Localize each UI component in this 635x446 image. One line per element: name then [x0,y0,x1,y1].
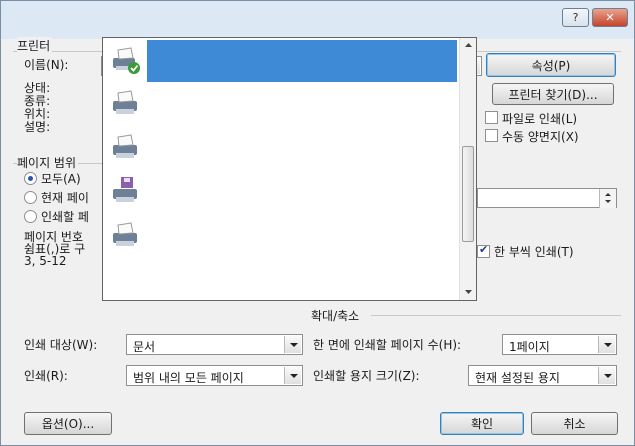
page-range-help-3: 3, 5-12 [24,254,67,268]
chevron-down-icon [598,367,615,384]
print-label: 인쇄(R): [24,369,68,383]
printer-list-item[interactable] [103,38,459,82]
all-pages-label: 모두(A) [41,172,81,186]
manual-duplex-label: 수동 양면지(X) [502,130,579,144]
current-page-radio[interactable] [24,191,37,204]
printer-default-icon [113,47,140,74]
print-range-value: 범위 내의 모든 페이지 [133,371,244,385]
zoom-group-border [371,315,621,316]
close-icon: ✕ [605,11,615,24]
print-dialog: ? ✕ 프린터 이름(N): 상태: 종류: 위치: 설명: 속성(P) 프린터… [0,0,635,446]
print-to-file-label: 파일로 인쇄(L) [502,112,578,126]
print-what-select[interactable]: 문서 [126,334,303,355]
scroll-up-icon[interactable] [464,42,473,48]
zoom-group-title: 확대/축소 [311,307,362,324]
printer-dropdown-list[interactable] [102,37,477,301]
collate-checkbox[interactable] [477,243,490,258]
paper-size-value: 현재 설정된 용지 [475,371,560,385]
chevron-down-icon [284,336,301,353]
printer-name-label: 이름(N): [24,58,69,72]
pages-per-sheet-select[interactable]: 1페이지 [502,334,617,355]
printer-list-item[interactable] [103,170,459,214]
copies-spinner[interactable] [477,188,617,208]
printer-list-item[interactable] [103,82,459,126]
printer-icon [113,222,137,246]
selection-label: 인쇄할 페 [41,210,89,224]
spinner-arrows-icon[interactable] [599,189,616,208]
print-what-label: 인쇄 대상(W): [24,338,98,352]
chevron-down-icon [598,336,615,353]
options-button[interactable]: 옵션(O)... [24,412,112,435]
printer-list-item[interactable] [103,214,459,258]
print-range-select[interactable]: 범위 내의 모든 페이지 [126,365,303,386]
find-printer-button[interactable]: 프린터 찾기(D)... [492,83,614,105]
current-page-label: 현재 페이 [41,191,89,205]
scrollbar-thumb[interactable] [462,146,474,242]
help-icon: ? [572,11,579,24]
scroll-down-icon[interactable] [464,289,473,295]
paper-size-select[interactable]: 현재 설정된 용지 [468,365,617,386]
ok-button[interactable]: 확인 [440,412,524,435]
page-range-title: 페이지 범위 [17,154,79,171]
all-pages-radio[interactable] [24,172,37,185]
cancel-button[interactable]: 취소 [531,412,618,435]
help-button[interactable]: ? [562,8,589,27]
paper-size-label: 인쇄할 용지 크기(Z): [313,369,420,383]
comment-label: 설명: [24,120,51,134]
collate-label: 한 부씩 인쇄(T) [494,245,574,259]
printer-icon [113,90,137,114]
properties-button[interactable]: 속성(P) [486,53,616,77]
fax-printer-icon [113,177,137,202]
manual-duplex-checkbox[interactable] [485,129,498,142]
pages-per-sheet-value: 1페이지 [509,340,550,354]
chevron-down-icon [284,367,301,384]
selection-highlight [147,40,457,82]
printer-icon [113,134,137,158]
print-to-file-checkbox[interactable] [485,111,498,124]
printer-group-title: 프린터 [17,37,53,54]
printer-list-item[interactable] [103,126,459,170]
print-what-value: 문서 [133,340,156,354]
close-button[interactable]: ✕ [592,8,628,27]
pages-per-sheet-label: 한 면에 인쇄할 페이지 수(H): [313,338,462,352]
selection-radio[interactable] [24,210,37,223]
dropdown-scrollbar[interactable] [459,38,476,300]
